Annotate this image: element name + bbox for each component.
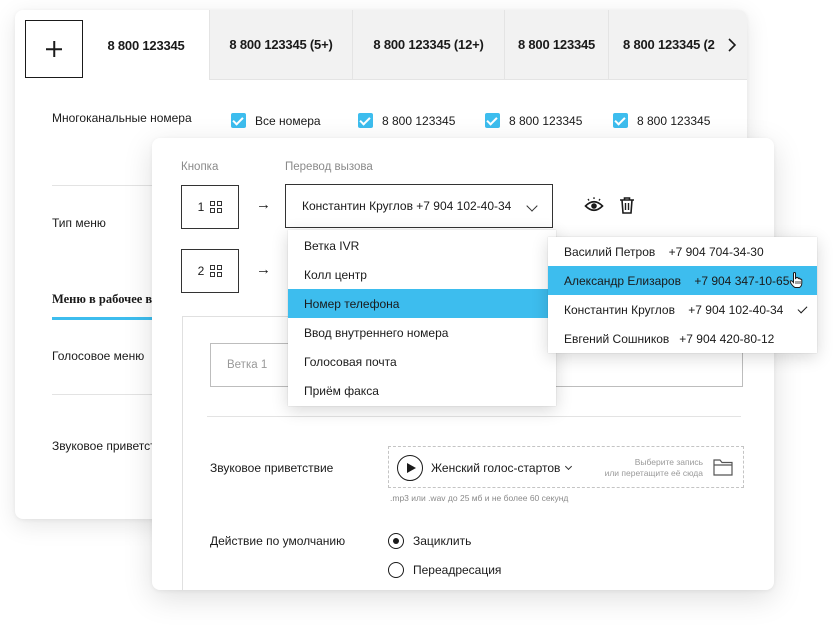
tab-number-4[interactable]: 8 800 123345	[504, 10, 608, 80]
greeting-upload-zone[interactable]: Женский голос-стартов Выберите запись ил…	[388, 446, 744, 488]
dropdown-item-phone-number[interactable]: Номер телефона	[288, 289, 556, 318]
tab-number-2[interactable]: 8 800 123345 (5+)	[209, 10, 352, 80]
radio-loop[interactable]: Зациклить	[388, 533, 471, 549]
arrow-icon: →	[256, 261, 271, 278]
tab-number-3[interactable]: 8 800 123345 (12+)	[352, 10, 504, 80]
key-button-2[interactable]: 2	[181, 249, 239, 293]
trash-icon[interactable]	[617, 195, 637, 215]
checkbox-icon	[613, 113, 628, 128]
dropdown-item-voicemail[interactable]: Голосовая почта	[288, 347, 556, 376]
contact-item[interactable]: Константин Круглов +7 904 102-40-34	[548, 295, 817, 324]
checkbox-icon	[358, 113, 373, 128]
voice-menu-label: Голосовое меню	[52, 349, 145, 363]
dropdown-item-fax[interactable]: Приём факса	[288, 376, 556, 405]
contact-item[interactable]: Евгений Сошников +7 904 420-80-12	[548, 324, 817, 353]
transfer-column-label: Перевод вызова	[285, 161, 373, 173]
contact-item[interactable]: Александр Елизаров +7 904 347-10-65	[548, 266, 817, 295]
multichannel-label: Многоканальные номера	[52, 111, 192, 125]
work-menu-tab[interactable]: Меню в рабочее в	[52, 292, 152, 307]
active-tab-indicator	[52, 317, 162, 320]
chevron-down-icon	[526, 200, 538, 212]
arrow-icon: →	[256, 196, 271, 213]
dropdown-item-extension[interactable]: Ввод внутреннего номера	[288, 318, 556, 347]
tab-number-1[interactable]: 8 800 123345	[83, 10, 209, 80]
voice-select[interactable]: Женский голос-стартов	[431, 461, 573, 475]
checkbox-number-2[interactable]: 8 800 123345	[485, 113, 582, 128]
checkbox-number-1[interactable]: 8 800 123345	[358, 113, 455, 128]
contact-item[interactable]: Василий Петров +7 904 704-34-30	[548, 237, 817, 266]
radio-icon	[388, 562, 404, 578]
eye-icon[interactable]	[584, 196, 604, 216]
dropdown-item-ivr-branch[interactable]: Ветка IVR	[288, 231, 556, 260]
radio-redirect[interactable]: Переадресация	[388, 562, 501, 578]
checkmark-icon	[797, 303, 808, 314]
checkbox-icon	[231, 113, 246, 128]
contact-dropdown: Василий Петров +7 904 704-34-30 Александ…	[548, 237, 817, 353]
button-column-label: Кнопка	[181, 161, 219, 173]
default-action-label: Действие по умолчанию	[210, 534, 346, 548]
transfer-select[interactable]: Константин Круглов +7 904 102-40-34	[285, 184, 553, 228]
number-tabs: 8 800 123345 8 800 123345 (5+) 8 800 123…	[15, 10, 747, 80]
divider	[207, 416, 741, 417]
keypad-icon	[210, 265, 223, 277]
radio-icon	[388, 533, 404, 549]
menu-type-label: Тип меню	[52, 216, 106, 230]
transfer-type-dropdown: Ветка IVR Колл центр Номер телефона Ввод…	[288, 230, 556, 406]
hand-pointer-icon	[789, 272, 803, 288]
add-number-button[interactable]	[25, 20, 83, 78]
key-button-1[interactable]: 1	[181, 185, 239, 229]
checkbox-all-numbers[interactable]: Все номера	[231, 113, 321, 128]
chevron-down-icon	[565, 462, 573, 471]
checkbox-icon	[485, 113, 500, 128]
upload-hint: Выберите запись или перетащите её сюда	[604, 457, 703, 478]
checkbox-number-3[interactable]: 8 800 123345	[613, 113, 710, 128]
greeting-label: Звуковое приветствие	[210, 461, 334, 475]
keypad-icon	[210, 201, 223, 213]
dropdown-item-call-center[interactable]: Колл центр	[288, 260, 556, 289]
folder-icon[interactable]	[713, 458, 733, 476]
chevron-right-icon[interactable]	[725, 38, 739, 52]
play-icon[interactable]	[397, 455, 423, 481]
upload-note: .mp3 или .wav до 25 мб и не более 60 сек…	[390, 493, 569, 503]
sound-greeting-label: Звуковое приветст	[52, 439, 156, 453]
